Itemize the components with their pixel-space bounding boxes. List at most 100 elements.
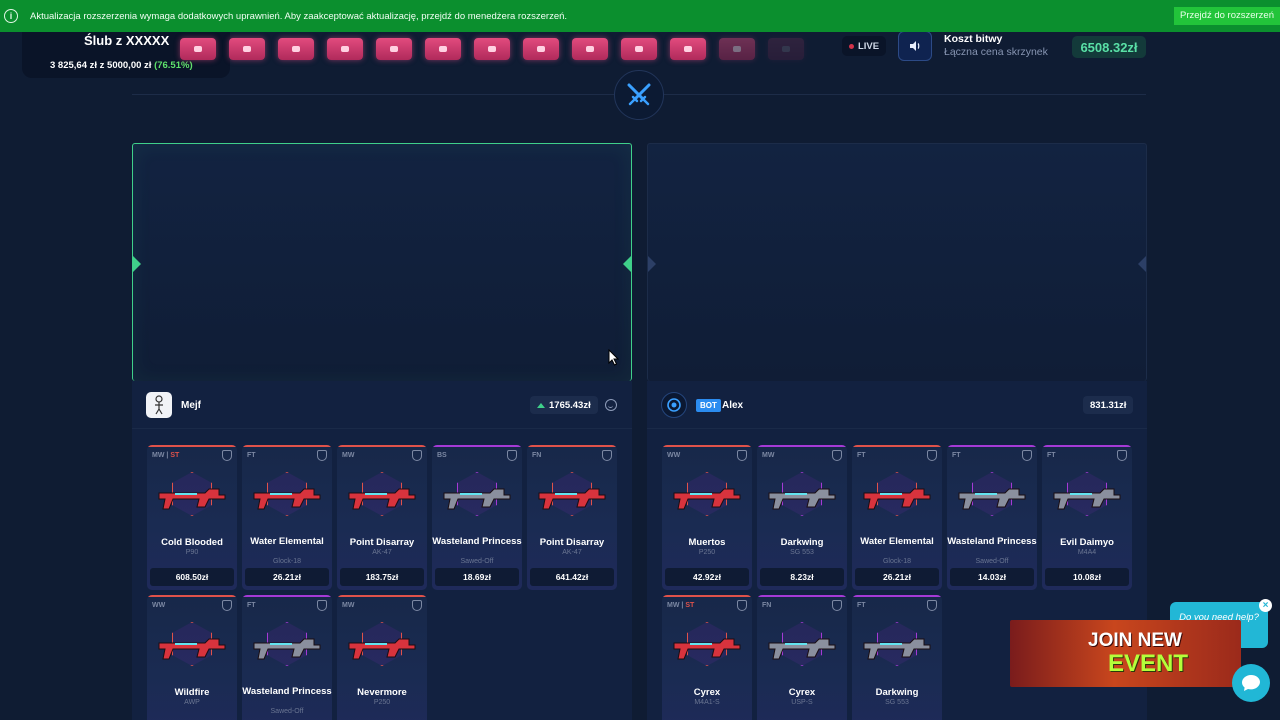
item-weapon: USP-S xyxy=(791,699,813,706)
item-card[interactable]: FT Water Elemental Glock-18 26.21zł xyxy=(242,445,332,590)
goal-progress: 3 825,64 zł z 5000,00 zł (76.51%) xyxy=(50,60,193,71)
event-promo-banner[interactable]: JOIN NEW EVENT xyxy=(1010,620,1241,687)
case-icon[interactable] xyxy=(229,38,265,60)
shield-icon[interactable] xyxy=(412,600,422,611)
player-total-amount: 1765.43zł xyxy=(549,399,591,411)
item-card[interactable]: FT Darkwing SG 553 xyxy=(852,595,942,720)
item-price: 18.69zł xyxy=(435,568,519,586)
case-icon[interactable] xyxy=(572,38,608,60)
item-weapon: Glock-18 xyxy=(882,558,911,565)
case-icon[interactable] xyxy=(425,38,461,60)
bot-avatar[interactable] xyxy=(661,392,687,418)
weapon-image-icon xyxy=(863,638,931,660)
item-weapon: Sawed-Off xyxy=(975,558,1009,565)
item-card[interactable]: MW | ST Cyrex M4A1-S xyxy=(662,595,752,720)
item-weapon: SG 553 xyxy=(790,549,814,556)
case-icon[interactable] xyxy=(278,38,314,60)
item-card[interactable]: MW Darkwing SG 553 8.23zł xyxy=(757,445,847,590)
item-name: Water Elemental xyxy=(860,536,934,547)
item-card[interactable]: WW Muertos P250 42.92zł xyxy=(662,445,752,590)
chat-button[interactable] xyxy=(1232,664,1270,702)
emoji-icon[interactable] xyxy=(605,399,617,411)
item-card[interactable]: FN Cyrex USP-S xyxy=(757,595,847,720)
total-cases-label: Łączna cena skrzynek xyxy=(944,46,1048,58)
shield-icon[interactable] xyxy=(412,450,422,461)
sound-toggle-button[interactable] xyxy=(898,31,932,61)
shield-icon[interactable] xyxy=(1117,450,1127,461)
rarity-strip xyxy=(757,595,847,597)
shield-icon[interactable] xyxy=(927,600,937,611)
case-icon[interactable] xyxy=(719,38,755,60)
item-name: Wasteland Princess xyxy=(947,536,1037,547)
rarity-strip xyxy=(242,595,332,597)
avatar[interactable] xyxy=(146,392,172,418)
item-card[interactable]: FT Water Elemental Glock-18 26.21zł xyxy=(852,445,942,590)
close-icon[interactable]: × xyxy=(1259,599,1272,612)
crossed-swords-icon xyxy=(614,70,664,120)
item-weapon: AWP xyxy=(184,699,200,706)
case-icon[interactable] xyxy=(376,38,412,60)
shield-icon[interactable] xyxy=(737,450,747,461)
weapon-image-icon xyxy=(538,488,606,510)
item-card[interactable]: FT Wasteland Princess Sawed-Off xyxy=(242,595,332,720)
shield-icon[interactable] xyxy=(832,600,842,611)
case-icon[interactable] xyxy=(474,38,510,60)
weapon-image-icon xyxy=(158,488,226,510)
item-name: Point Disarray xyxy=(349,537,415,548)
item-wear: FT xyxy=(247,602,256,609)
item-weapon: P250 xyxy=(698,549,716,556)
reel-marker-right-icon xyxy=(623,256,631,272)
item-card[interactable]: FT Evil Daimyo M4A4 10.08zł xyxy=(1042,445,1132,590)
shield-icon[interactable] xyxy=(507,450,517,461)
item-weapon: AK-47 xyxy=(562,549,582,556)
go-to-extensions-button[interactable]: Przejdź do rozszerzeń xyxy=(1174,7,1280,25)
rarity-strip xyxy=(662,595,752,597)
shield-icon[interactable] xyxy=(737,600,747,611)
case-icon[interactable] xyxy=(621,38,657,60)
shield-icon[interactable] xyxy=(222,600,232,611)
shield-icon[interactable] xyxy=(317,600,327,611)
reel-marker-left-icon xyxy=(133,256,141,272)
weapon-image-icon xyxy=(253,488,321,510)
item-card[interactable]: MW Point Disarray AK-47 183.75zł xyxy=(337,445,427,590)
item-price: 26.21zł xyxy=(855,568,939,586)
weapon-image-icon xyxy=(768,488,836,510)
shield-icon[interactable] xyxy=(222,450,232,461)
shield-icon[interactable] xyxy=(832,450,842,461)
item-card[interactable]: MW | ST Cold Blooded P90 608.50zł xyxy=(147,445,237,590)
promo-line-1: JOIN NEW xyxy=(1088,630,1182,651)
case-icon[interactable] xyxy=(670,38,706,60)
case-icon[interactable] xyxy=(180,38,216,60)
item-name: Darkwing xyxy=(875,687,919,698)
battle-cost-label: Koszt bitwy xyxy=(944,33,1003,45)
promo-line-2: EVENT xyxy=(1108,650,1189,677)
item-weapon: M4A1-S xyxy=(694,699,720,706)
item-card[interactable]: FN Point Disarray AK-47 641.42zł xyxy=(527,445,617,590)
rarity-strip xyxy=(337,445,427,447)
case-icon[interactable] xyxy=(327,38,363,60)
item-grid: MW | ST Cold Blooded P90 608.50zł FT Water El… xyxy=(147,445,617,720)
rarity-strip xyxy=(147,595,237,597)
item-weapon: P90 xyxy=(185,549,199,556)
case-icon[interactable] xyxy=(768,38,804,60)
mouse-cursor-icon xyxy=(608,349,619,366)
item-wear: MW xyxy=(762,452,774,459)
shield-icon[interactable] xyxy=(602,450,612,461)
item-name: Cyrex xyxy=(693,687,721,698)
shield-icon[interactable] xyxy=(927,450,937,461)
stick-figure-icon xyxy=(155,395,163,415)
case-icon[interactable] xyxy=(523,38,559,60)
item-name: Water Elemental xyxy=(250,536,324,547)
item-card[interactable]: MW Nevermore P250 xyxy=(337,595,427,720)
item-wear: WW xyxy=(667,452,680,459)
shield-icon[interactable] xyxy=(317,450,327,461)
item-weapon: P250 xyxy=(373,699,391,706)
item-card[interactable]: WW Wildfire AWP xyxy=(147,595,237,720)
wear-label: FT xyxy=(1047,452,1056,459)
item-wear: FT xyxy=(247,452,256,459)
rarity-strip xyxy=(147,445,237,447)
item-card[interactable]: FT Wasteland Princess Sawed-Off 14.03zł xyxy=(947,445,1037,590)
item-card[interactable]: BS Wasteland Princess Sawed-Off 18.69zł xyxy=(432,445,522,590)
shield-icon[interactable] xyxy=(1022,450,1032,461)
rarity-strip xyxy=(852,595,942,597)
